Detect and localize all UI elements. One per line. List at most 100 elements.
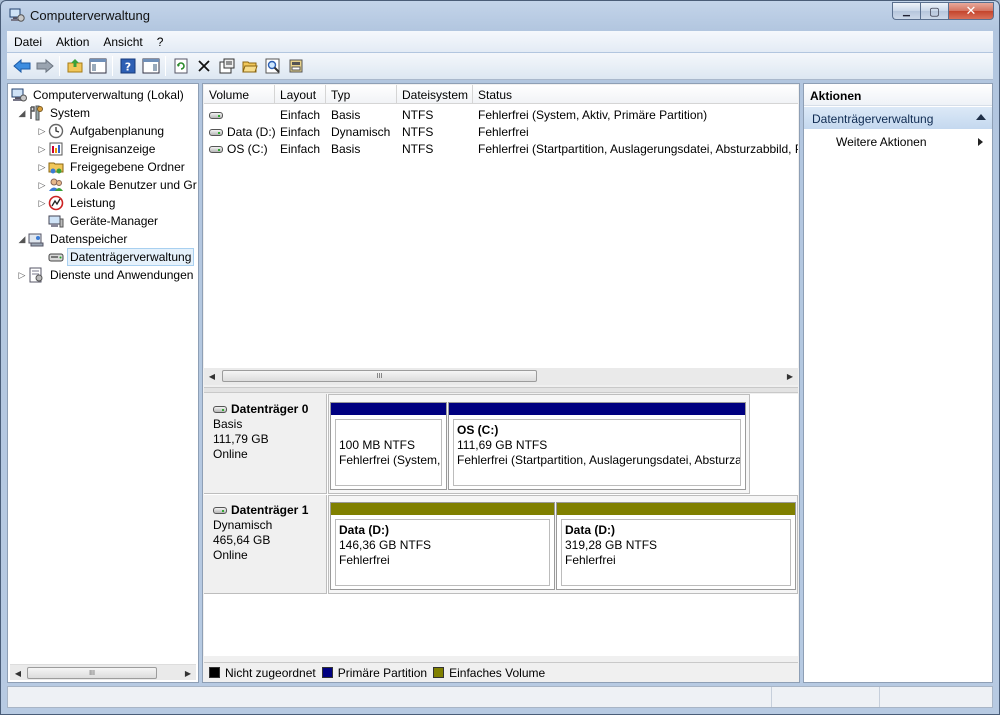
svg-text:?: ? xyxy=(124,61,130,74)
back-button[interactable] xyxy=(10,55,33,78)
tree-label: Lokale Benutzer und Gr xyxy=(70,178,197,192)
up-button[interactable] xyxy=(63,55,86,78)
console-tree: Computerverwaltung (Lokal) ◢ System ▷ Au… xyxy=(7,83,199,683)
help-button[interactable]: ? xyxy=(116,55,139,78)
menu-datei[interactable]: Datei xyxy=(7,35,49,49)
scroll-left-icon[interactable]: ◀ xyxy=(204,368,220,384)
expand-arrow-icon[interactable]: ▷ xyxy=(36,162,48,173)
legend-label: Nicht zugeordnet xyxy=(225,665,316,680)
console-tree-button[interactable] xyxy=(86,55,109,78)
disk-icon xyxy=(213,507,227,515)
close-button[interactable]: ✕ xyxy=(948,2,994,20)
expand-arrow-icon[interactable]: ▷ xyxy=(36,126,48,137)
cell-dateisystem: NTFS xyxy=(402,124,434,139)
tree-item-root[interactable]: Computerverwaltung (Lokal) xyxy=(11,86,186,104)
up-folder-icon xyxy=(67,59,82,73)
disk-1-partition-data-1[interactable]: Data (D:) 146,36 GB NTFS Fehlerfrei xyxy=(330,502,555,590)
column-header-layout[interactable]: Layout xyxy=(275,85,326,104)
scroll-thumb[interactable]: III xyxy=(222,370,537,382)
performance-icon xyxy=(48,195,64,211)
expand-arrow-icon[interactable]: ▷ xyxy=(36,144,48,155)
disk-1-size: 465,64 GB xyxy=(213,533,271,547)
tree-item-dienste[interactable]: ▷ Dienste und Anwendungen xyxy=(16,266,195,284)
cell-status: Fehlerfrei (System, Aktiv, Primäre Parti… xyxy=(478,107,708,122)
export-button[interactable] xyxy=(284,55,307,78)
disk-name: Datenträger 0 xyxy=(213,402,326,417)
column-header-status[interactable]: Status xyxy=(473,85,798,104)
scroll-right-icon[interactable]: ▶ xyxy=(782,368,798,384)
partition-name: OS (C:) xyxy=(457,423,499,437)
table-row[interactable]: Data (D:) Einfach Dynamisch NTFS Fehlerf… xyxy=(204,123,798,140)
title-bar[interactable]: Computerverwaltung ▁ ▢ ✕ xyxy=(1,1,999,29)
open-button[interactable] xyxy=(238,55,261,78)
computer-management-icon xyxy=(9,7,25,23)
tree-horizontal-scrollbar[interactable]: ◀ III ▶ xyxy=(10,664,196,680)
collapse-up-icon[interactable] xyxy=(976,114,986,120)
tree-label: Ereignisanzeige xyxy=(70,142,156,156)
close-icon: ✕ xyxy=(965,3,977,18)
scroll-thumb[interactable]: III xyxy=(27,667,157,679)
show-hide-action-pane-icon xyxy=(142,58,159,74)
tree-item-datentraegerverwaltung[interactable]: Datenträgerverwaltung xyxy=(48,248,195,266)
pane-splitter[interactable] xyxy=(204,387,798,393)
scroll-right-icon[interactable]: ▶ xyxy=(180,665,196,681)
column-header-volume[interactable]: Volume xyxy=(204,85,275,104)
forward-button[interactable] xyxy=(33,55,56,78)
menu-help[interactable]: ? xyxy=(150,35,171,49)
volume-list-horizontal-scrollbar[interactable]: ◀ III ▶ xyxy=(204,368,798,385)
tree-item-aufgabenplanung[interactable]: ▷ Aufgabenplanung xyxy=(36,122,166,140)
disk-0-label[interactable]: Datenträger 0 Basis 111,79 GB Online xyxy=(204,394,327,494)
tree-label: Geräte-Manager xyxy=(70,214,159,228)
tree-label: Aufgabenplanung xyxy=(70,124,165,138)
tree-label: Datenträgerverwaltung xyxy=(66,248,195,266)
cell-typ: Basis xyxy=(331,107,361,122)
expand-arrow-icon[interactable]: ▷ xyxy=(16,270,28,281)
column-header-typ[interactable]: Typ xyxy=(326,85,397,104)
disk-0-partition-os[interactable]: OS (C:) 111,69 GB NTFS Fehlerfrei (Start… xyxy=(448,402,746,490)
tree-label: Freigegebene Ordner xyxy=(70,160,185,174)
actions-section-datentraegerverwaltung[interactable]: Datenträgerverwaltung xyxy=(804,107,992,129)
disk-1-label[interactable]: Datenträger 1 Dynamisch 465,64 GB Online xyxy=(204,495,327,594)
action-weitere-aktionen[interactable]: Weitere Aktionen xyxy=(804,132,992,152)
disk-1-state: Online xyxy=(213,548,248,562)
forward-arrow-icon xyxy=(36,58,54,74)
device-manager-icon xyxy=(48,213,64,229)
scroll-left-icon[interactable]: ◀ xyxy=(10,665,26,681)
tree-item-system[interactable]: ◢ System xyxy=(16,104,92,122)
expand-arrow-icon[interactable]: ▷ xyxy=(36,180,48,191)
tree-item-lokale-benutzer[interactable]: ▷ Lokale Benutzer und Gr xyxy=(36,176,199,194)
collapse-arrow-icon[interactable]: ◢ xyxy=(16,108,28,119)
cell-layout: Einfach xyxy=(280,107,321,122)
partition-status: Fehlerfrei xyxy=(339,553,390,567)
tree-item-freigegebene-ordner[interactable]: ▷ Freigegebene Ordner xyxy=(36,158,187,176)
maximize-button[interactable]: ▢ xyxy=(920,2,948,20)
status-bar xyxy=(7,686,993,708)
delete-button[interactable] xyxy=(192,55,215,78)
disk-management-pane: Volume Layout Typ Dateisystem Status Ein… xyxy=(202,83,800,683)
tree-item-ereignisanzeige[interactable]: ▷ Ereignisanzeige xyxy=(36,140,157,158)
menu-ansicht[interactable]: Ansicht xyxy=(96,35,149,49)
disk-1-partition-data-2[interactable]: Data (D:) 319,28 GB NTFS Fehlerfrei xyxy=(556,502,796,590)
column-header-dateisystem[interactable]: Dateisystem xyxy=(397,85,473,104)
show-hide-console-tree-icon xyxy=(89,58,106,74)
expand-arrow-icon[interactable]: ▷ xyxy=(36,198,48,209)
actions-title: Aktionen xyxy=(804,84,992,106)
table-row[interactable]: Einfach Basis NTFS Fehlerfrei (System, A… xyxy=(204,106,798,123)
refresh-button[interactable] xyxy=(169,55,192,78)
window-title: Computerverwaltung xyxy=(30,8,150,23)
tree-item-geraete-manager[interactable]: Geräte-Manager xyxy=(48,212,160,230)
cell-volume: Data (D:) xyxy=(204,125,275,139)
tree-item-leistung[interactable]: ▷ Leistung xyxy=(36,194,117,212)
properties-button[interactable] xyxy=(215,55,238,78)
menu-aktion[interactable]: Aktion xyxy=(49,35,96,49)
disk-0-partition-system[interactable]: 100 MB NTFS Fehlerfrei (System, A xyxy=(330,402,447,490)
action-pane-button[interactable] xyxy=(139,55,162,78)
table-row[interactable]: OS (C:) Einfach Basis NTFS Fehlerfrei (S… xyxy=(204,140,798,157)
users-icon xyxy=(48,177,64,193)
minimize-button[interactable]: ▁ xyxy=(892,2,920,20)
disk-1-name: Datenträger 1 xyxy=(231,503,309,517)
search-button[interactable] xyxy=(261,55,284,78)
disk-1-type: Dynamisch xyxy=(213,518,273,532)
collapse-arrow-icon[interactable]: ◢ xyxy=(16,234,28,245)
tree-item-datenspeicher[interactable]: ◢ Datenspeicher xyxy=(16,230,129,248)
